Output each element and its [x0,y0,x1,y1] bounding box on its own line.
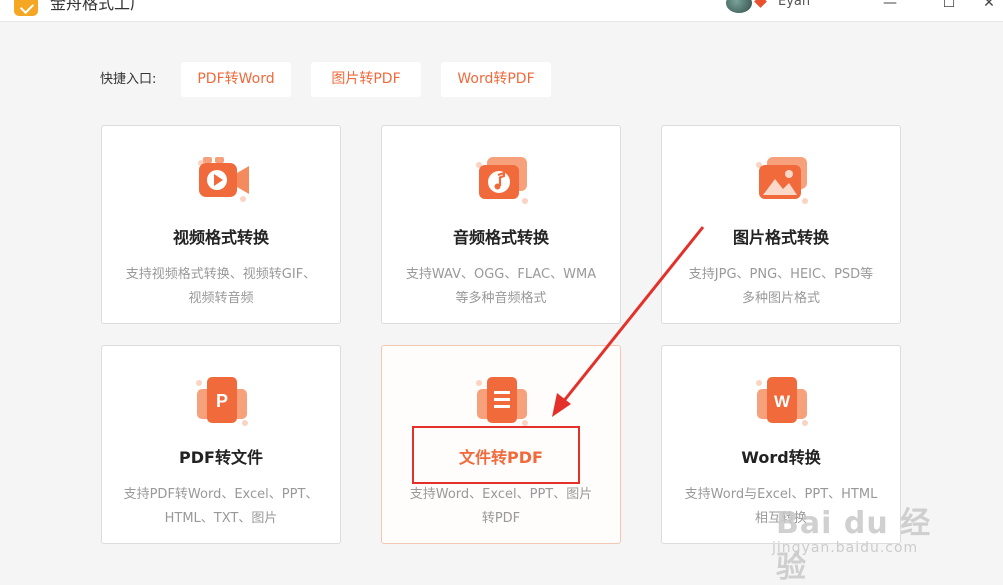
card-description: 支持WAV、OGG、FLAC、WMA 等多种音频格式 [405,267,597,306]
card-description: 支持视频格式转换、视频转GIF、 视频转音频 [125,267,317,306]
vip-badge-icon [754,0,767,8]
video-camera-icon [198,157,249,202]
user-name[interactable]: Eyan [778,0,810,10]
card-pdf-to-file[interactable]: P PDF转文件 支持PDF转Word、Excel、PPT、 HTML、TXT、… [101,345,341,544]
card-audio-convert[interactable]: 音频格式转换 支持WAV、OGG、FLAC、WMA 等多种音频格式 [381,125,621,324]
user-avatar[interactable] [726,0,752,13]
word-file-icon: W [756,377,808,426]
quick-image-to-pdf-button[interactable]: 图片转PDF [311,62,421,97]
app-logo-icon [14,0,38,16]
card-description: 支持PDF转Word、Excel、PPT、 HTML、TXT、图片 [123,487,319,526]
music-note-icon [476,157,528,204]
card-title: PDF转文件 [179,448,263,467]
baidu-watermark: Bai du 经验 jingyan.baidu.com [760,496,960,585]
maximize-button[interactable]: ☐ [935,0,963,14]
word-letter: W [774,392,791,411]
close-button[interactable]: ✕ [975,0,1003,14]
card-image-convert[interactable]: 图片格式转换 支持JPG、PNG、HEIC、PSD等 多种图片格式 [661,125,901,324]
app-title: 金舟格式工厂 [50,0,147,13]
pdf-letter: P [216,391,228,411]
quick-pdf-to-word-button[interactable]: PDF转Word [181,62,291,97]
card-title: 音频格式转换 [452,228,549,247]
pdf-file-icon: P [196,377,248,426]
card-title: 视频格式转换 [172,228,269,247]
title-bar: 金舟格式工厂 Eyan — ☐ ✕ [0,0,1003,22]
card-video-convert[interactable]: 视频格式转换 支持视频格式转换、视频转GIF、 视频转音频 [101,125,341,324]
quick-word-to-pdf-button[interactable]: Word转PDF [441,62,551,97]
card-description: 支持Word、Excel、PPT、图片 转PDF [409,487,593,526]
minimize-button[interactable]: — [876,0,904,14]
card-description: 支持JPG、PNG、HEIC、PSD等 多种图片格式 [688,267,874,306]
document-icon [476,377,528,426]
card-title: Word转换 [741,448,821,467]
card-title: 图片格式转换 [732,228,829,247]
quick-entry-label: 快捷入口: [100,72,157,87]
annotation-highlight-box [412,426,580,484]
picture-icon [756,157,808,204]
watermark-url: jingyan.baidu.com [772,540,919,556]
